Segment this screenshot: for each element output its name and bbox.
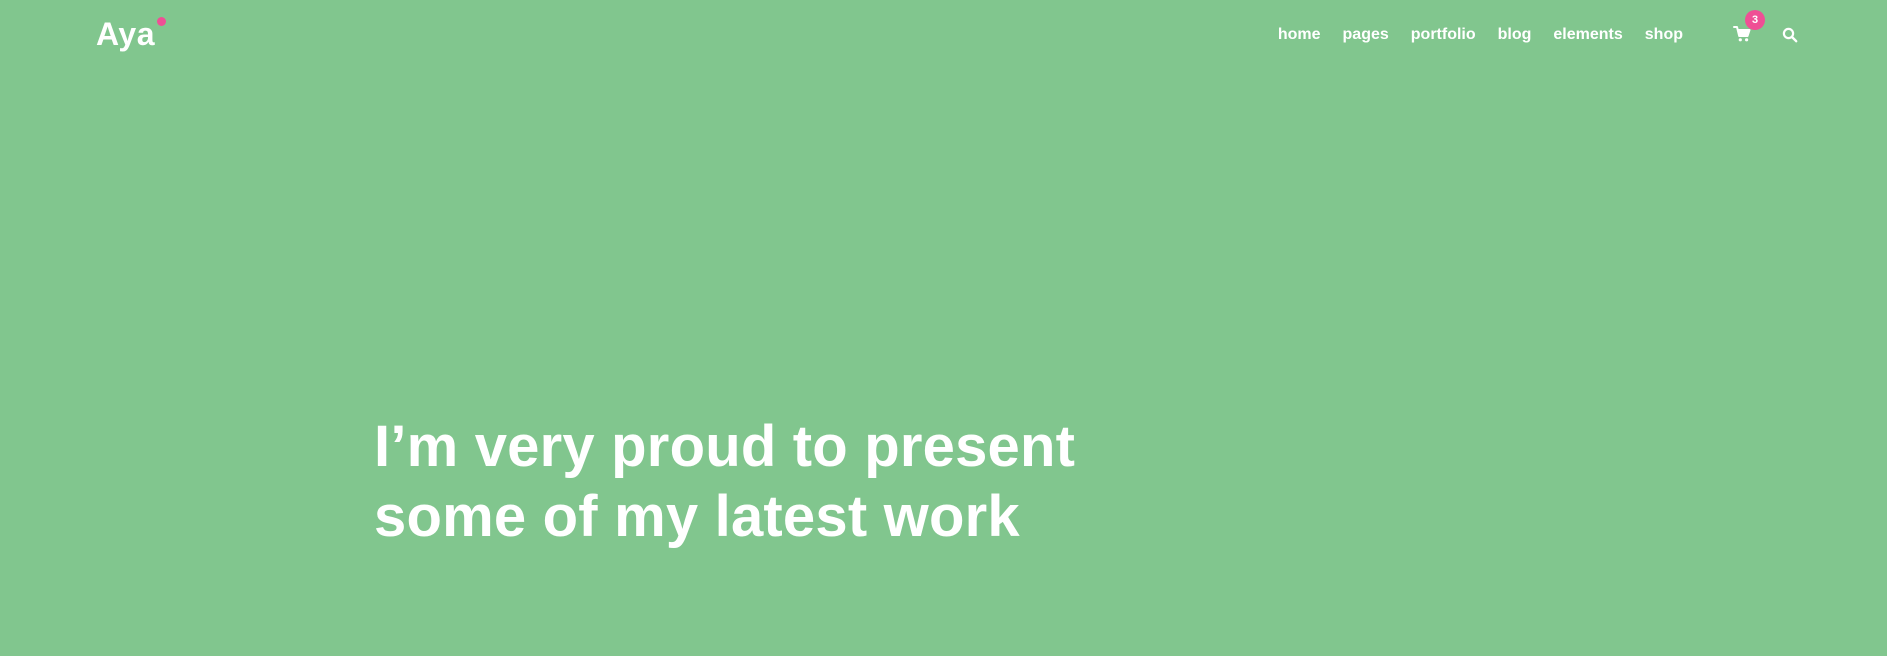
search-icon-svg [1782, 27, 1798, 43]
nav-item-shop-label: shop [1644, 26, 1683, 43]
cart-count-badge: 3 [1745, 10, 1765, 30]
hero-heading-line-1: I’m very proud to present [374, 414, 1076, 479]
nav-item-blog[interactable]: blog [1498, 22, 1532, 48]
site-header: Aya home pages portfolio blog elements s… [0, 0, 1887, 70]
logo-dot-icon [157, 17, 167, 26]
nav-item-blog-label: blog [1497, 26, 1532, 43]
site-logo[interactable]: Aya [96, 14, 167, 54]
page-background: Aya home pages portfolio blog elements s… [0, 0, 1887, 656]
nav-item-portfolio[interactable]: portfolio [1411, 22, 1476, 48]
nav-item-shop[interactable]: shop [1645, 22, 1683, 48]
logo-text: Aya [96, 16, 156, 52]
search-icon[interactable] [1782, 27, 1798, 43]
nav-item-elements-label: elements [1553, 26, 1623, 43]
nav-item-home[interactable]: home [1277, 22, 1321, 48]
nav-item-pages[interactable]: pages [1343, 22, 1389, 48]
nav-item-elements[interactable]: elements [1553, 22, 1622, 48]
nav-item-portfolio-label: portfolio [1410, 26, 1476, 43]
nav-item-home-label: home [1277, 26, 1321, 43]
hero-heading-line-2: some of my latest work [374, 484, 1020, 549]
nav-item-pages-label: pages [1342, 26, 1389, 43]
nav-links: home pages portfolio blog elements shop [1256, 22, 1683, 48]
hero-heading: I’m very proud to present some of my lat… [374, 412, 1274, 552]
